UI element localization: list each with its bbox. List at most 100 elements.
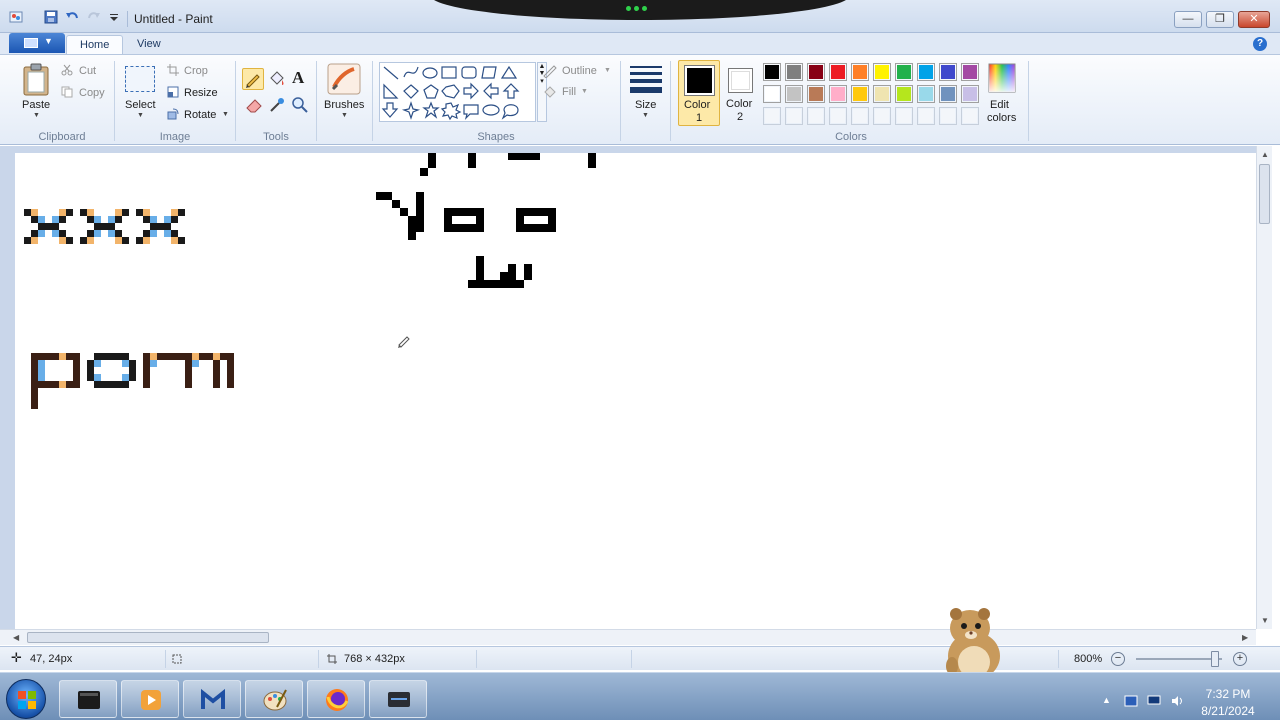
drawing-canvas[interactable]: [15, 72, 1256, 629]
size-button[interactable]: Size: [635, 99, 656, 111]
paste-button[interactable]: Paste: [22, 99, 50, 111]
color-swatch[interactable]: [785, 85, 803, 103]
color-swatch[interactable]: [939, 63, 957, 81]
brushes-button[interactable]: Brushes: [324, 99, 364, 111]
fill-button[interactable]: Fill: [562, 86, 576, 98]
color-swatch[interactable]: [807, 85, 825, 103]
custom-color-slot[interactable]: [785, 107, 803, 125]
clock-date[interactable]: 8/21/2024: [1197, 704, 1259, 718]
custom-color-slot[interactable]: [895, 107, 913, 125]
clock-time[interactable]: 7:32 PM: [1197, 687, 1259, 701]
taskbar-malwarebytes-app[interactable]: [183, 680, 241, 718]
chevron-down-icon[interactable]: ▼: [222, 111, 229, 118]
redo-icon[interactable]: [87, 10, 101, 24]
paint-menu-button[interactable]: ▼: [9, 33, 65, 53]
vertical-scroll-thumb[interactable]: [1259, 164, 1270, 224]
custom-color-slot[interactable]: [807, 107, 825, 125]
paint-app-icon[interactable]: [9, 10, 23, 24]
color-swatch[interactable]: [917, 63, 935, 81]
magnifier-icon[interactable]: [290, 95, 310, 115]
display-tray-icon[interactable]: [1147, 695, 1161, 707]
color-swatch[interactable]: [895, 63, 913, 81]
outline-button[interactable]: Outline: [562, 65, 597, 77]
color-swatch[interactable]: [873, 63, 891, 81]
network-tray-icon[interactable]: [1124, 695, 1138, 707]
show-hidden-icons-icon[interactable]: ▲: [1102, 695, 1116, 707]
color-swatch[interactable]: [961, 85, 979, 103]
pencil-tool-button[interactable]: [242, 68, 264, 90]
chevron-down-icon[interactable]: ▼: [341, 112, 348, 119]
taskbar-terminal-app[interactable]: [59, 680, 117, 718]
line-size-icon[interactable]: [629, 64, 663, 94]
eraser-icon[interactable]: [244, 95, 264, 115]
zoom-slider-thumb[interactable]: [1211, 651, 1219, 667]
tab-view[interactable]: View: [124, 35, 174, 55]
rotate-button[interactable]: Rotate: [184, 109, 216, 121]
chevron-down-icon[interactable]: ▼: [642, 112, 649, 119]
custom-color-slot[interactable]: [939, 107, 957, 125]
close-button[interactable]: ✕: [1238, 11, 1270, 28]
zoom-slider-track[interactable]: [1136, 658, 1222, 660]
cut-button[interactable]: Cut: [79, 65, 96, 77]
vertical-scrollbar[interactable]: ▲ ▼: [1256, 146, 1272, 629]
chevron-down-icon[interactable]: ▼: [33, 112, 40, 119]
horizontal-scroll-thumb[interactable]: [27, 632, 269, 643]
tab-home[interactable]: Home: [66, 35, 124, 55]
clipboard-icon[interactable]: [22, 63, 50, 97]
resize-button[interactable]: Resize: [184, 87, 218, 99]
copy-button[interactable]: Copy: [79, 87, 105, 99]
color-picker-icon[interactable]: [267, 95, 287, 115]
shapes-gallery[interactable]: [379, 62, 536, 122]
color-swatch[interactable]: [829, 63, 847, 81]
color-swatch[interactable]: [939, 85, 957, 103]
color-swatch[interactable]: [961, 63, 979, 81]
custom-color-slot[interactable]: [917, 107, 935, 125]
select-button[interactable]: Select: [125, 99, 156, 111]
scroll-down-icon[interactable]: ▼: [1261, 616, 1269, 625]
custom-color-slot[interactable]: [873, 107, 891, 125]
color-1-button[interactable]: Color 1: [678, 60, 720, 126]
edit-colors-icon[interactable]: [988, 63, 1016, 93]
select-icon[interactable]: [125, 66, 155, 92]
custom-color-slot[interactable]: [961, 107, 979, 125]
color-swatch[interactable]: [851, 85, 869, 103]
color-2-button[interactable]: Color 2: [722, 60, 760, 126]
undo-icon[interactable]: [65, 10, 79, 24]
maximize-button[interactable]: ❐: [1206, 11, 1234, 28]
color-swatch[interactable]: [895, 85, 913, 103]
minimize-button[interactable]: —: [1174, 11, 1202, 28]
taskbar-paint-app[interactable]: [245, 680, 303, 718]
horizontal-scrollbar[interactable]: ◀ ▶: [0, 629, 1256, 645]
taskbar-firefox-app[interactable]: [307, 680, 365, 718]
color-swatch[interactable]: [785, 63, 803, 81]
custom-color-slot[interactable]: [829, 107, 847, 125]
color-swatch[interactable]: [851, 63, 869, 81]
zoom-in-button[interactable]: +: [1233, 652, 1247, 666]
save-icon[interactable]: [44, 10, 58, 24]
volume-tray-icon[interactable]: [1170, 695, 1184, 707]
customize-toolbar-icon[interactable]: [109, 10, 119, 24]
zoom-out-button[interactable]: −: [1111, 652, 1125, 666]
chevron-down-icon[interactable]: ▼: [137, 112, 144, 119]
custom-color-slot[interactable]: [851, 107, 869, 125]
color-swatch[interactable]: [763, 85, 781, 103]
color-swatch[interactable]: [763, 63, 781, 81]
scroll-left-icon[interactable]: ◀: [13, 633, 19, 642]
start-button[interactable]: [6, 679, 46, 719]
scroll-right-icon[interactable]: ▶: [1242, 633, 1248, 642]
color-swatch[interactable]: [873, 85, 891, 103]
chevron-down-icon[interactable]: ▼: [581, 88, 588, 95]
help-icon[interactable]: ?: [1253, 37, 1267, 51]
taskbar-monitor-app[interactable]: [369, 680, 427, 718]
custom-color-slot[interactable]: [763, 107, 781, 125]
crop-button[interactable]: Crop: [184, 65, 208, 77]
color-swatch[interactable]: [829, 85, 847, 103]
chevron-down-icon[interactable]: ▼: [604, 67, 611, 74]
scroll-up-icon[interactable]: ▲: [1261, 150, 1269, 159]
color-swatch[interactable]: [807, 63, 825, 81]
brushes-icon[interactable]: [327, 63, 361, 95]
edit-colors-label[interactable]: Edit: [990, 99, 1009, 111]
fill-bucket-icon[interactable]: [267, 69, 287, 89]
color-swatch[interactable]: [917, 85, 935, 103]
taskbar-media-player-app[interactable]: [121, 680, 179, 718]
